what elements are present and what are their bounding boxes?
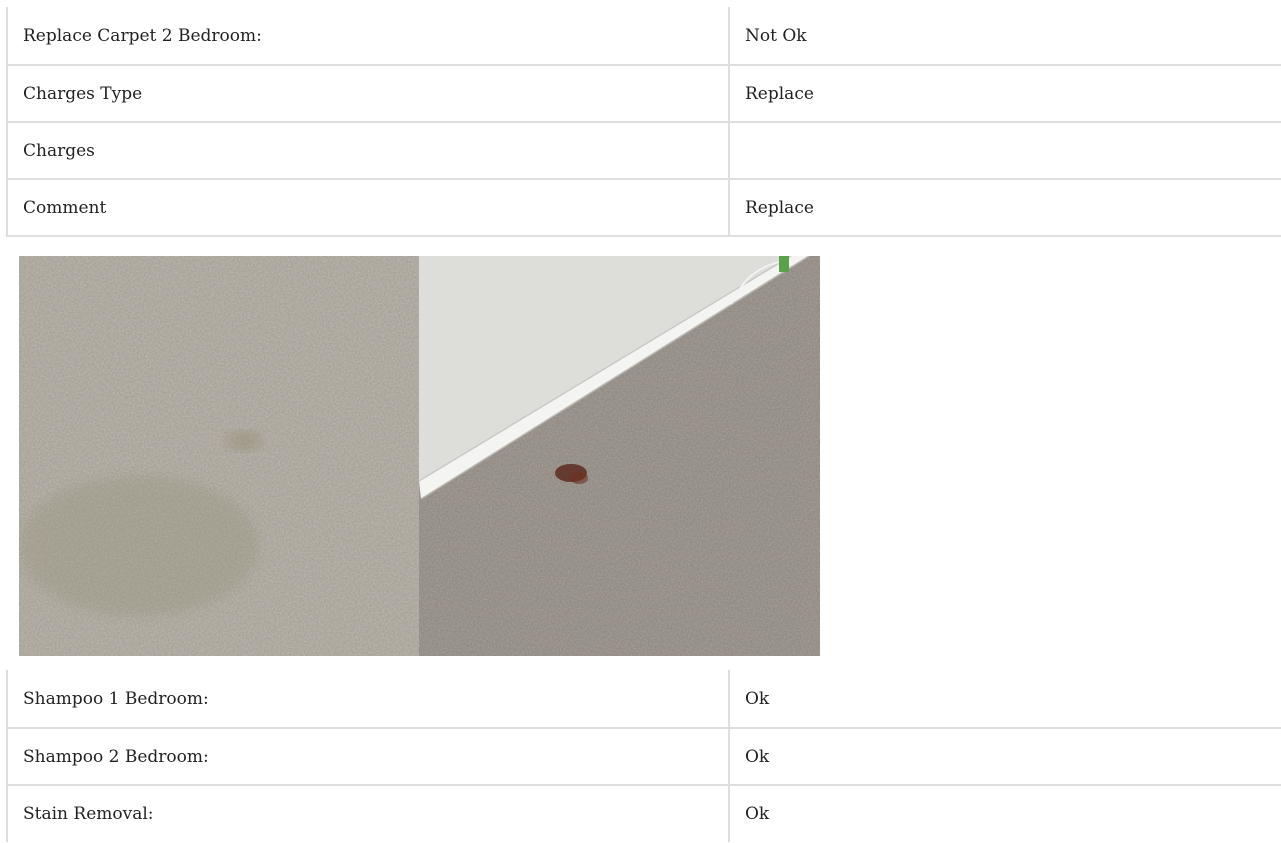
row-value [729,122,1281,180]
row-value: Not Ok [729,7,1281,66]
table-row: Shampoo 1 Bedroom: Ok [6,670,1281,729]
row-value: Replace [729,65,1281,123]
inspection-table-top: Replace Carpet 2 Bedroom: Not Ok Charges… [6,7,1281,237]
inspection-table-bottom: Shampoo 1 Bedroom: Ok Shampoo 2 Bedroom:… [6,670,1281,842]
row-label: Charges Type [6,65,730,123]
row-value: Ok [745,804,770,824]
row-value: Ok [729,670,1281,729]
row-value: Replace [729,179,1281,237]
carpet-photo [19,256,820,656]
carpet-right-image [419,256,820,656]
table-row: Shampoo 2 Bedroom: Ok [6,728,1281,786]
row-label: Replace Carpet 2 Bedroom: [6,7,730,66]
row-label: Comment [6,179,730,237]
table-row: Charges [6,122,1281,180]
row-value: Ok [729,728,1281,786]
table-row: Comment Replace [6,179,1281,237]
row-label: Shampoo 1 Bedroom: [6,670,730,729]
row-label: Shampoo 2 Bedroom: [6,728,730,786]
table-row: Replace Carpet 2 Bedroom: Not Ok [6,7,1281,66]
table-row: Stain Removal: Ok [6,785,1281,842]
row-label: Charges [6,122,730,180]
row-label: Stain Removal: [6,785,730,842]
carpet-left-image [19,256,419,656]
table-row: Charges Type Replace [6,65,1281,123]
